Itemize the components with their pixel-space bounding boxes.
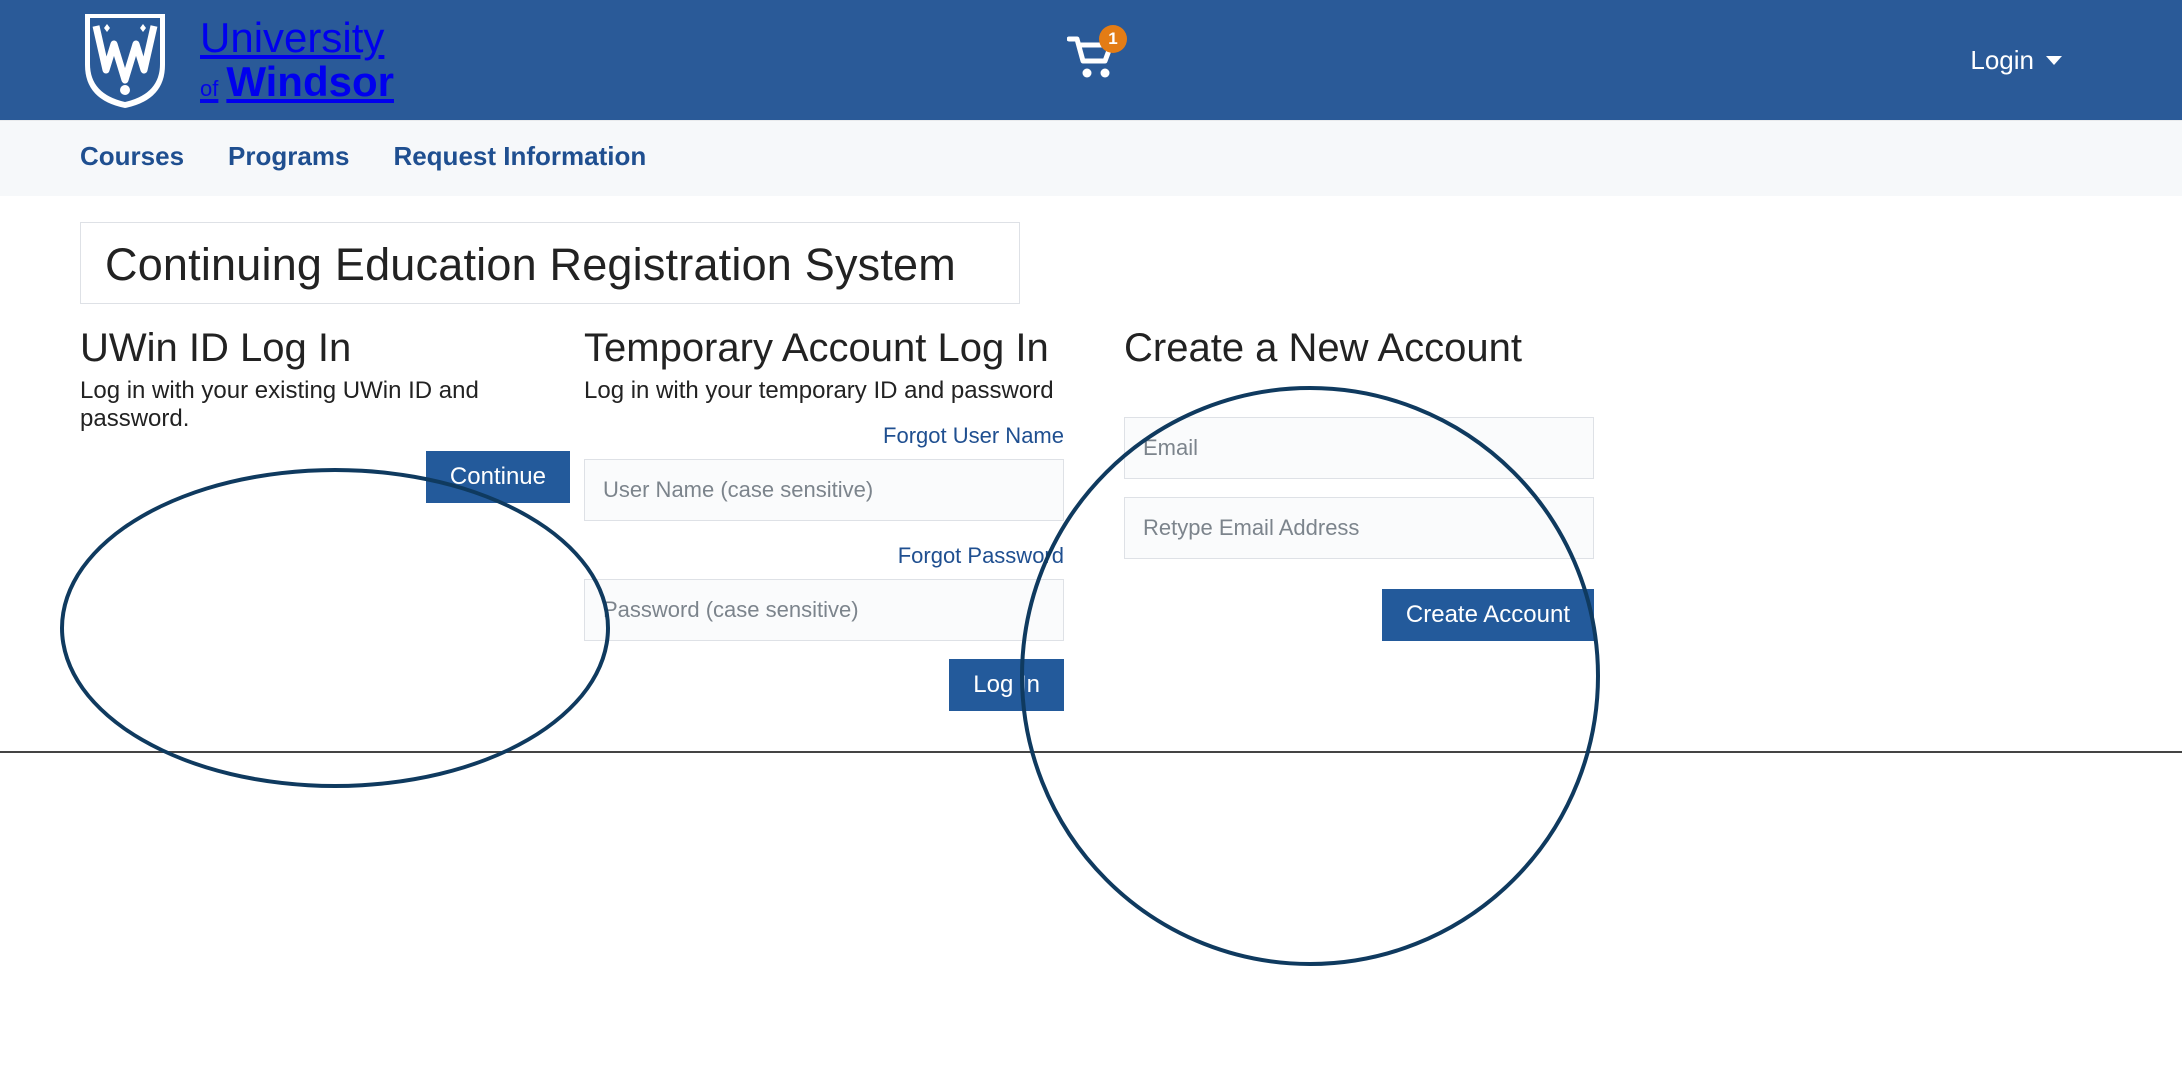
brand-name: Windsor [226, 58, 394, 105]
nav-programs[interactable]: Programs [228, 141, 349, 171]
brand-line1: University [200, 16, 394, 60]
forgot-username-link[interactable]: Forgot User Name [584, 423, 1064, 449]
shield-icon [80, 10, 170, 110]
main-content: Continuing Education Registration System… [0, 196, 2182, 751]
continue-button[interactable]: Continue [426, 451, 570, 503]
login-label: Login [1970, 45, 2034, 76]
brand-logo-link[interactable]: University of Windsor [80, 10, 394, 110]
login-button[interactable]: Log In [949, 659, 1064, 711]
create-heading: Create a New Account [1124, 326, 1594, 371]
cart-button[interactable]: 1 [1067, 35, 1115, 84]
temporary-login-section: Temporary Account Log In Log in with you… [584, 324, 1064, 711]
email-input[interactable] [1124, 417, 1594, 479]
nav-request-info[interactable]: Request Information [393, 141, 646, 171]
uwin-heading: UWin ID Log In [80, 326, 570, 371]
cart-count-badge: 1 [1099, 25, 1127, 53]
nav-courses[interactable]: Courses [80, 141, 184, 171]
page-title: Continuing Education Registration System [105, 239, 995, 291]
create-account-section: Create a New Account Create Account [1124, 324, 1594, 711]
brand-wordmark: University of Windsor [200, 16, 394, 104]
username-input[interactable] [584, 459, 1064, 521]
brand-of: of [200, 76, 218, 101]
forgot-password-link[interactable]: Forgot Password [584, 543, 1064, 569]
temp-subtext: Log in with your temporary ID and passwo… [584, 377, 1064, 405]
uwin-subtext: Log in with your existing UWin ID and pa… [80, 377, 570, 433]
retype-email-input[interactable] [1124, 497, 1594, 559]
login-dropdown[interactable]: Login [1970, 45, 2062, 76]
temp-heading: Temporary Account Log In [584, 326, 1064, 371]
create-account-button[interactable]: Create Account [1382, 589, 1594, 641]
password-input[interactable] [584, 579, 1064, 641]
cart-icon [1067, 66, 1115, 83]
top-header: University of Windsor 1 Login [0, 0, 2182, 120]
page-title-box: Continuing Education Registration System [80, 222, 1020, 304]
caret-down-icon [2046, 56, 2062, 65]
page-bottom-line [0, 751, 2182, 761]
uwin-login-section: UWin ID Log In Log in with your existing… [80, 324, 570, 711]
secondary-nav: Courses Programs Request Information [0, 120, 2182, 196]
